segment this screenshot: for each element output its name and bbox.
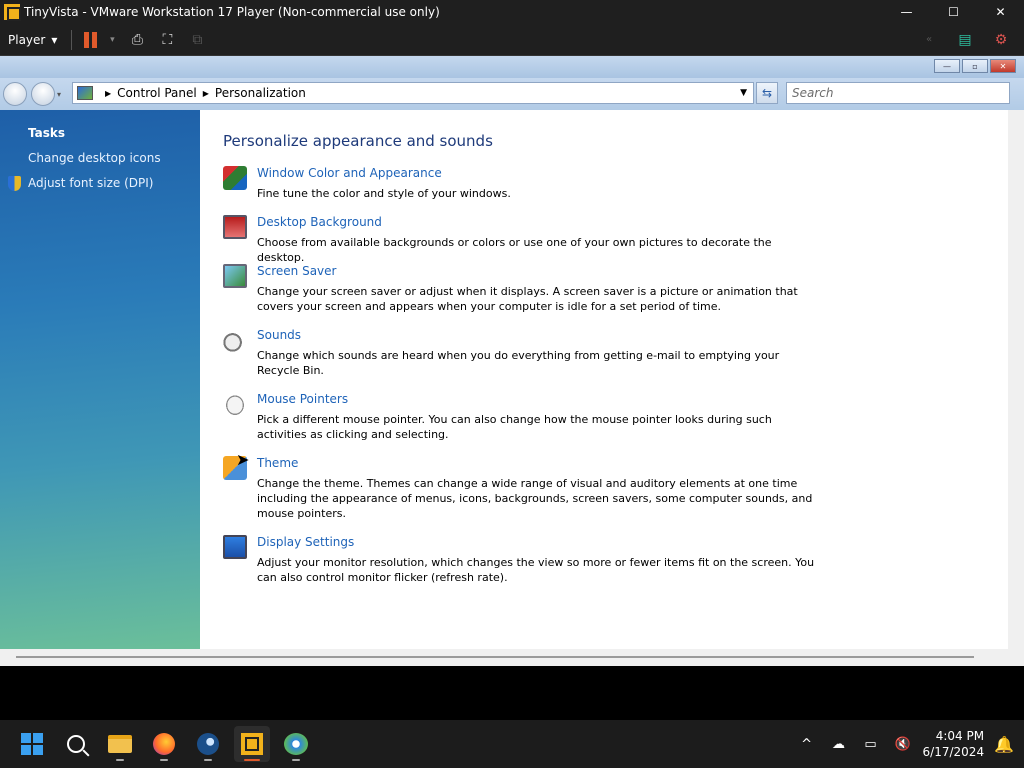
item-description: Choose from available backgrounds or col…	[257, 236, 772, 264]
minimize-button[interactable]: —	[883, 0, 930, 24]
breadcrumb-arrow-icon[interactable]: ▶	[105, 89, 111, 98]
pause-dropdown-icon[interactable]: ▾	[102, 30, 122, 50]
window-title: TinyVista - VMware Workstation 17 Player…	[24, 5, 440, 19]
search-input[interactable]: Search	[786, 82, 1010, 104]
clock[interactable]: 4:04 PM 6/17/2024	[919, 728, 995, 760]
tray-chevron-icon[interactable]: ^	[791, 737, 823, 752]
breadcrumb-control-panel[interactable]: Control Panel	[117, 86, 197, 100]
color-appearance-icon[interactable]	[223, 166, 247, 190]
system-tray: ^ ☁ ▭ 🔇 4:04 PM 6/17/2024 🔔	[791, 720, 1024, 768]
toolbar-divider	[71, 29, 73, 50]
steam-icon	[197, 733, 219, 755]
collapse-icon[interactable]: «	[919, 30, 939, 50]
notes-icon[interactable]: ▤	[955, 30, 975, 50]
forward-button[interactable]	[31, 82, 55, 106]
desktop-background-icon[interactable]	[223, 215, 247, 239]
guest-close-button[interactable]: ✕	[990, 59, 1016, 73]
player-menu[interactable]: Player ▾	[0, 24, 65, 55]
display-settings-link[interactable]: Display Settings	[257, 535, 354, 549]
theme-link[interactable]: Theme	[257, 456, 298, 470]
vmware-taskbar-button[interactable]	[234, 726, 270, 762]
pause-icon[interactable]	[84, 31, 98, 48]
sounds-link[interactable]: Sounds	[257, 328, 301, 342]
network-icon[interactable]: ▭	[855, 737, 887, 752]
onedrive-icon[interactable]: ☁	[823, 737, 855, 752]
display-settings-icon[interactable]	[223, 535, 247, 559]
adjust-font-size-link[interactable]: Adjust font size (DPI)	[28, 176, 153, 190]
personalization-content: Personalize appearance and sounds Window…	[200, 110, 1008, 649]
sounds-icon[interactable]	[223, 328, 247, 352]
folder-icon	[108, 735, 132, 753]
address-dropdown-icon[interactable]: ▼	[740, 88, 747, 98]
address-row: ▾ ▶ Control Panel ▶ Personalization ▼ ⇆ …	[0, 78, 1024, 110]
file-explorer-button[interactable]	[102, 726, 138, 762]
windows-logo-icon	[21, 733, 43, 755]
page-title: Personalize appearance and sounds	[223, 132, 493, 150]
clock-time: 4:04 PM	[935, 729, 985, 743]
guest-minimize-button[interactable]: —	[934, 59, 960, 73]
item-description: Change which sounds are heard when you d…	[257, 349, 780, 377]
firefox-icon	[153, 733, 175, 755]
start-button[interactable]	[14, 726, 50, 762]
guest-scrollbar[interactable]	[1008, 110, 1024, 649]
change-desktop-icons-link[interactable]: Change desktop icons	[28, 151, 161, 165]
vmware-toolbar: Player ▾ ▾ ⎙ ⛶ ⧉ « ▤ ⚙	[0, 24, 1024, 56]
send-ctrl-alt-del-icon[interactable]: ⎙	[127, 30, 147, 50]
window-color-link[interactable]: Window Color and Appearance	[257, 166, 442, 180]
item-description: Fine tune the color and style of your wi…	[257, 187, 511, 200]
browser-button[interactable]	[278, 726, 314, 762]
mouse-pointers-link[interactable]: Mouse Pointers	[257, 392, 348, 406]
guest-screen: — ▫ ✕ ▾ ▶ Control Panel ▶ Personalizatio…	[0, 56, 1024, 666]
search-icon	[67, 735, 85, 753]
search-button[interactable]	[58, 726, 94, 762]
vmware-icon	[241, 733, 263, 755]
clock-date: 6/17/2024	[922, 745, 985, 759]
breadcrumb-personalization[interactable]: Personalization	[215, 86, 306, 100]
mouse-pointers-icon[interactable]	[223, 392, 247, 416]
item-description: Change your screen saver or adjust when …	[257, 285, 798, 313]
refresh-icon[interactable]: ⇆	[756, 82, 778, 104]
host-taskbar: ^ ☁ ▭ 🔇 4:04 PM 6/17/2024 🔔	[0, 720, 1024, 768]
address-bar[interactable]: ▶ Control Panel ▶ Personalization ▼	[72, 82, 754, 104]
devices-icon[interactable]: ⚙	[991, 30, 1011, 50]
guest-bottom-strip	[0, 649, 1024, 666]
vmware-app-icon	[4, 4, 21, 21]
screen-saver-link[interactable]: Screen Saver	[257, 264, 336, 278]
browser-icon	[284, 733, 308, 755]
item-description: Change the theme. Themes can change a wi…	[257, 477, 813, 520]
item-description: Pick a different mouse pointer. You can …	[257, 413, 772, 441]
screen-saver-icon[interactable]	[223, 264, 247, 288]
tasks-sidebar: Tasks Change desktop icons Adjust font s…	[0, 110, 200, 649]
explorer-frame-top: — ▫ ✕	[0, 56, 1024, 78]
volume-muted-icon[interactable]: 🔇	[887, 737, 919, 752]
recent-pages-icon[interactable]: ▾	[57, 90, 61, 99]
player-menu-label: Player	[8, 32, 46, 47]
back-button[interactable]	[3, 82, 27, 106]
item-description: Adjust your monitor resolution, which ch…	[257, 556, 815, 584]
tasks-heading: Tasks	[28, 126, 66, 140]
breadcrumb-arrow-icon[interactable]: ▶	[203, 89, 209, 98]
desktop-background-link[interactable]: Desktop Background	[257, 215, 382, 229]
fullscreen-icon[interactable]: ⛶	[157, 30, 177, 50]
notification-bell-icon[interactable]: 🔔	[994, 735, 1014, 754]
uac-shield-icon	[8, 176, 21, 191]
unity-icon[interactable]: ⧉	[187, 30, 207, 50]
control-panel-icon	[77, 86, 93, 100]
maximize-button[interactable]: ☐	[930, 0, 977, 24]
mouse-cursor-icon: ➤	[236, 450, 250, 469]
chevron-down-icon: ▾	[51, 32, 58, 47]
guest-restore-button[interactable]: ▫	[962, 59, 988, 73]
firefox-button[interactable]	[146, 726, 182, 762]
close-button[interactable]: ✕	[977, 0, 1024, 24]
vmware-title-bar: TinyVista - VMware Workstation 17 Player…	[0, 0, 1024, 24]
steam-button[interactable]	[190, 726, 226, 762]
